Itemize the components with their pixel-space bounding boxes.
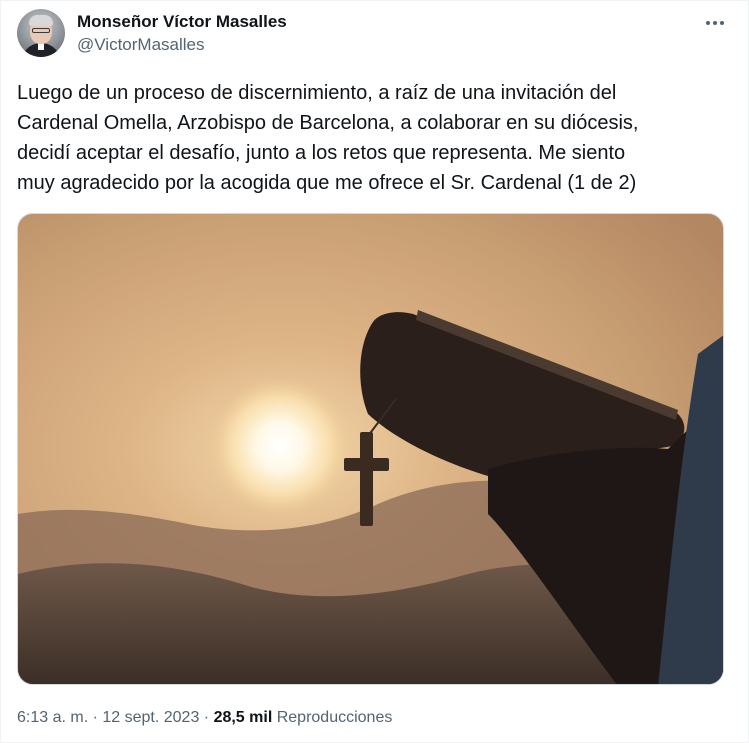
tweet-time[interactable]: 6:13 a. m. bbox=[17, 709, 88, 726]
tweet-meta: 6:13 a. m. · 12 sept. 2023 · 28,5 mil Re… bbox=[17, 707, 392, 729]
tweet-text-line: Luego de un proceso de discernimiento, a… bbox=[17, 82, 617, 104]
avatar-collar bbox=[38, 43, 44, 50]
more-dot bbox=[713, 21, 717, 25]
sunset-rosary-image bbox=[18, 214, 723, 684]
views-count: 28,5 mil bbox=[213, 709, 273, 726]
author-avatar[interactable] bbox=[17, 9, 65, 57]
more-options-icon[interactable] bbox=[698, 13, 732, 33]
tweet-card: Monseñor Víctor Masalles @VictorMasalles… bbox=[0, 0, 749, 743]
tweet-header: Monseñor Víctor Masalles @VictorMasalles bbox=[17, 9, 732, 57]
cross-horizontal bbox=[344, 458, 389, 471]
author-handle[interactable]: @VictorMasalles bbox=[77, 34, 287, 56]
tweet-image[interactable] bbox=[17, 213, 724, 685]
tweet-text: Luego de un proceso de discernimiento, a… bbox=[17, 78, 717, 198]
tweet-text-line: decidí aceptar el desafío, junto a los r… bbox=[17, 142, 626, 164]
more-dot bbox=[706, 21, 710, 25]
views-label: Reproducciones bbox=[272, 709, 393, 726]
author-names: Monseñor Víctor Masalles @VictorMasalles bbox=[77, 11, 287, 56]
tweet-text-line: Cardenal Omella, Arzobispo de Barcelona,… bbox=[17, 112, 639, 134]
cross-vertical bbox=[360, 432, 373, 526]
meta-separator: · bbox=[88, 709, 103, 726]
meta-separator: · bbox=[199, 709, 214, 726]
tweet-text-line: muy agradecido por la acogida que me ofr… bbox=[17, 172, 637, 194]
tweet-date[interactable]: 12 sept. 2023 bbox=[102, 709, 199, 726]
sun bbox=[210, 376, 350, 516]
more-dot bbox=[720, 21, 724, 25]
author-display-name[interactable]: Monseñor Víctor Masalles bbox=[77, 11, 287, 33]
avatar-hair bbox=[29, 15, 53, 26]
avatar-glasses bbox=[32, 28, 50, 33]
